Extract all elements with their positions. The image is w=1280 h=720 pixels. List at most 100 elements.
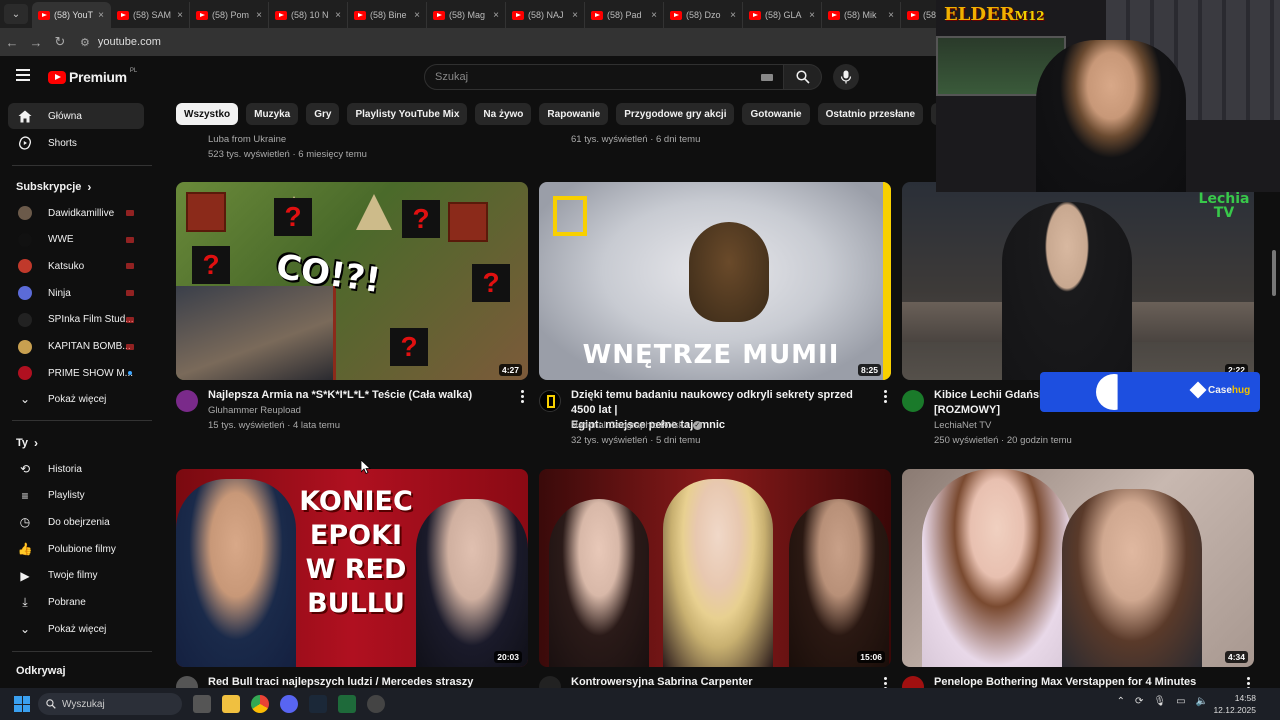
- close-icon[interactable]: ×: [572, 10, 578, 21]
- spreadsheet-app-icon[interactable]: [338, 695, 356, 713]
- taskbar-clock[interactable]: 14:58 12.12.2025: [1213, 692, 1256, 716]
- filter-chip[interactable]: Gotowanie: [742, 103, 810, 125]
- subscription-avatar: [18, 286, 32, 301]
- browser-tab[interactable]: (58) YouT ×: [32, 2, 111, 28]
- youtube-premium-logo[interactable]: Premium PL: [48, 68, 137, 85]
- youtube-favicon-icon: [196, 10, 208, 20]
- discord-icon[interactable]: [280, 695, 298, 713]
- sidebar-subscription[interactable]: Ninja: [8, 280, 144, 306]
- sync-icon[interactable]: ⟳: [1135, 696, 1143, 707]
- browser-tab[interactable]: (58) Bine ×: [348, 2, 427, 28]
- sidebar-item-home[interactable]: Główna: [8, 103, 144, 129]
- sidebar-subscription[interactable]: Dawidkamillive: [8, 200, 144, 226]
- close-icon[interactable]: ×: [177, 10, 183, 21]
- channel-name[interactable]: Luba from Ukraine: [208, 132, 367, 147]
- tab-search-button[interactable]: ⌄: [4, 4, 28, 24]
- subs-show-more[interactable]: ⌄ Pokaż więcej: [8, 386, 144, 412]
- sidebar-item-shorts[interactable]: Shorts: [8, 130, 144, 156]
- obs-icon[interactable]: [367, 695, 385, 713]
- sidebar-item-history[interactable]: ⟲ Historia: [8, 456, 144, 482]
- you-show-more[interactable]: ⌄ Pokaż więcej: [8, 616, 144, 642]
- site-info-icon[interactable]: ⚙: [80, 36, 90, 49]
- network-icon[interactable]: ▭: [1176, 696, 1185, 707]
- close-icon[interactable]: ×: [414, 10, 420, 21]
- video-thumbnail[interactable]: 4:34: [902, 469, 1254, 667]
- browser-tab[interactable]: (58) GLA ×: [743, 2, 822, 28]
- you-header[interactable]: Ty ›: [16, 436, 38, 450]
- browser-tab[interactable]: (58) Mag ×: [427, 2, 506, 28]
- windows-start-icon[interactable]: [14, 696, 30, 712]
- close-icon[interactable]: ×: [98, 10, 104, 21]
- video-thumbnail[interactable]: 15:06: [539, 469, 891, 667]
- close-icon[interactable]: ×: [809, 10, 815, 21]
- task-view-icon[interactable]: [193, 695, 211, 713]
- file-explorer-icon[interactable]: [222, 695, 240, 713]
- speaker-icon[interactable]: 🔈: [1196, 696, 1208, 707]
- sidebar-item-like[interactable]: 👍 Polubione filmy: [8, 536, 144, 562]
- close-icon[interactable]: ×: [493, 10, 499, 21]
- search-input[interactable]: Szukaj: [424, 64, 784, 90]
- video-info: LechiaNet TV 250 wyświetleń · 20 godzin …: [934, 418, 1072, 448]
- channel-name[interactable]: Gluhammer Reupload: [208, 403, 340, 418]
- steam-icon[interactable]: [309, 695, 327, 713]
- back-button[interactable]: ←: [0, 35, 24, 50]
- scrollbar-thumb[interactable]: [1272, 250, 1276, 296]
- video-thumbnail[interactable]: Lechia TV 2:22: [902, 182, 1254, 380]
- subscriptions-header[interactable]: Subskrypcje ›: [16, 180, 91, 194]
- reload-button[interactable]: ↻: [48, 34, 72, 50]
- browser-tab[interactable]: (58) Dzo ×: [664, 2, 743, 28]
- channel-avatar[interactable]: [176, 390, 198, 412]
- sidebar-subscription[interactable]: KAPITAN BOMB...: [8, 334, 144, 360]
- filter-chip[interactable]: Na żywo: [475, 103, 532, 125]
- browser-tab[interactable]: (58) Mik ×: [822, 2, 901, 28]
- channel-name[interactable]: LechiaNet TV: [934, 418, 1072, 433]
- browser-tab[interactable]: (58) SAM ×: [111, 2, 190, 28]
- voice-search-button[interactable]: [833, 64, 859, 90]
- close-icon[interactable]: ×: [888, 10, 894, 21]
- tab-title: (58) Pom: [212, 10, 250, 20]
- close-icon[interactable]: ×: [651, 10, 657, 21]
- more-actions-icon[interactable]: [521, 390, 525, 403]
- search-button[interactable]: [784, 64, 822, 90]
- microphone-icon[interactable]: 🎙: [1153, 696, 1166, 707]
- browser-tab[interactable]: (58) Pad ×: [585, 2, 664, 28]
- tab-title: (58) YouT: [54, 10, 94, 20]
- chrome-icon[interactable]: [251, 695, 269, 713]
- sidebar-subscription[interactable]: PRIME SHOW M...: [8, 360, 144, 386]
- browser-tab[interactable]: (58) NAJ ×: [506, 2, 585, 28]
- browser-tab[interactable]: (58) 10 N ×: [269, 2, 348, 28]
- keyboard-icon[interactable]: [761, 73, 773, 81]
- taskbar-search[interactable]: Wyszukaj: [38, 693, 182, 715]
- filter-chip[interactable]: Gry: [306, 103, 340, 125]
- close-icon[interactable]: ×: [730, 10, 736, 21]
- filter-chip[interactable]: Ostatnio przesłane: [817, 103, 924, 125]
- filter-chip[interactable]: Rapowanie: [539, 103, 609, 125]
- more-actions-icon[interactable]: [884, 390, 888, 403]
- sidebar-subscription[interactable]: WWE: [8, 227, 144, 253]
- filter-chip[interactable]: Muzyka: [246, 103, 299, 125]
- channel-avatar[interactable]: [902, 390, 924, 412]
- menu-icon[interactable]: [16, 69, 30, 81]
- filter-chip[interactable]: Playlisty YouTube Mix: [347, 103, 468, 125]
- sidebar-item-playlist[interactable]: ≡ Playlisty: [8, 483, 144, 509]
- video-thumbnail[interactable]: KONIEC EPOKI W RED BULLU 20:03: [176, 469, 528, 667]
- youtube-favicon-icon: [907, 10, 919, 20]
- chevron-up-icon[interactable]: ⌃: [1117, 696, 1125, 707]
- close-icon[interactable]: ×: [256, 10, 262, 21]
- sidebar-subscription[interactable]: SPInka Film Stud...: [8, 307, 144, 333]
- forward-button[interactable]: →: [24, 35, 48, 50]
- sidebar-item-download[interactable]: ⤓ Pobrane: [8, 590, 144, 616]
- browser-tab[interactable]: (58) Pom ×: [190, 2, 269, 28]
- filter-chip[interactable]: Przygodowe gry akcji: [616, 103, 735, 125]
- video-title[interactable]: Najlepsza Armia na *S*K*I*L*L* Teście (C…: [208, 388, 503, 403]
- channel-name[interactable]: National Geographic Polska: [571, 418, 689, 433]
- close-icon[interactable]: ×: [335, 10, 341, 21]
- filter-chip[interactable]: Wszystko: [176, 103, 239, 125]
- video-thumbnail[interactable]: ? ? ? ? ? CO!?! 4:27: [176, 182, 528, 380]
- video-thumbnail[interactable]: WNĘTRZE MUMII 8:25: [539, 182, 891, 380]
- sidebar-item-your-videos[interactable]: ▶ Twoje filmy: [8, 563, 144, 589]
- url-text: youtube.com: [97, 36, 161, 48]
- sidebar-item-watch-later[interactable]: ◷ Do obejrzenia: [8, 509, 144, 535]
- channel-avatar[interactable]: [539, 390, 561, 412]
- sidebar-subscription[interactable]: Katsuko: [8, 253, 144, 279]
